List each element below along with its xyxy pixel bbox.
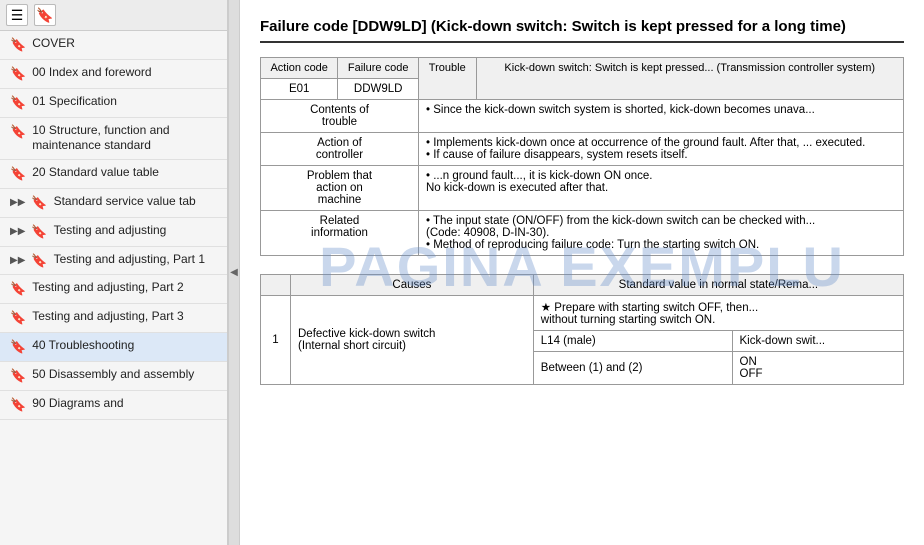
- sidebar-item-testing-adj-1[interactable]: ▶ 🔖 Testing and adjusting, Part 1: [0, 247, 227, 276]
- causes-note: ★ Prepare with starting switch OFF, then…: [533, 296, 903, 331]
- content-action-controller: • Implements kick-down once at occurrenc…: [419, 133, 904, 166]
- sidebar-item-90-diagrams[interactable]: 🔖 90 Diagrams and: [0, 391, 227, 420]
- causes-header-num: [261, 275, 291, 296]
- sidebar-item-10-structure[interactable]: 🔖 10 Structure, function and maintenance…: [0, 118, 227, 160]
- sidebar-label-40: 40 Troubleshooting: [32, 338, 219, 354]
- value-off: OFF: [740, 368, 897, 380]
- label-problem-machine: Problem thataction onmachine: [261, 166, 419, 211]
- content-related-info: • The input state (ON/OFF) from the kick…: [419, 211, 904, 256]
- sidebar-label-std-svc: Standard service value tab: [54, 194, 219, 210]
- sidebar-label-test1: Testing and adjusting, Part 1: [54, 252, 219, 268]
- arrow-standard-service: ▶: [10, 196, 25, 209]
- value-on-off: ON OFF: [732, 352, 904, 385]
- value-on: ON: [740, 356, 897, 368]
- sidebar: ☰ 🔖 🔖 COVER 🔖 00 Index and foreword 🔖 01…: [0, 0, 228, 545]
- sidebar-item-testing-adj-3[interactable]: 🔖 Testing and adjusting, Part 3: [0, 304, 227, 333]
- table-row: 1 Defective kick-down switch(Internal sh…: [261, 296, 904, 331]
- bookmark-icon-90: 🔖: [10, 397, 26, 414]
- sidebar-label-test: Testing and adjusting: [54, 223, 219, 239]
- sidebar-label-test2: Testing and adjusting, Part 2: [32, 280, 219, 296]
- table-row: Problem thataction onmachine • ...n grou…: [261, 166, 904, 211]
- sidebar-item-testing-adj-2[interactable]: 🔖 Testing and adjusting, Part 2: [0, 275, 227, 304]
- sidebar-toolbar: ☰ 🔖: [0, 0, 227, 31]
- sidebar-item-40-troubleshooting[interactable]: 🔖 40 Troubleshooting: [0, 333, 227, 362]
- sidebar-item-standard-service[interactable]: ▶ 🔖 Standard service value tab: [0, 189, 227, 218]
- menu-icon[interactable]: ☰: [6, 4, 28, 26]
- sidebar-collapse-handle[interactable]: ◀: [228, 0, 240, 545]
- bookmark-icon-cover: 🔖: [10, 37, 26, 54]
- connector-l14: L14 (male): [533, 331, 732, 352]
- table-row: Action ofcontroller • Implements kick-do…: [261, 133, 904, 166]
- bookmark-icon-test: 🔖: [31, 224, 47, 241]
- bookmark-icon-test2: 🔖: [10, 281, 26, 298]
- value-kickdown-switch: Kick-down swit...: [732, 331, 904, 352]
- bookmark-icon-10: 🔖: [10, 124, 26, 141]
- bookmark-icon-test1: 🔖: [31, 253, 47, 270]
- causes-header-standard: Standard value in normal state/Rema...: [533, 275, 903, 296]
- arrow-testing-1: ▶: [10, 254, 25, 267]
- sidebar-label-20: 20 Standard value table: [32, 165, 219, 181]
- bookmark-icon-test3: 🔖: [10, 310, 26, 327]
- header-failure-code: Failure code: [338, 58, 419, 79]
- causes-table: Causes Standard value in normal state/Re…: [260, 274, 904, 385]
- sidebar-label-cover: COVER: [32, 36, 219, 52]
- table-header-row: Action code Failure code Trouble Kick-do…: [261, 58, 904, 79]
- bookmark-icon-std-svc: 🔖: [31, 195, 47, 212]
- content-problem-machine: • ...n ground fault..., it is kick-down …: [419, 166, 904, 211]
- action-code-value: E01: [261, 79, 338, 100]
- trouble-cell: Trouble: [419, 58, 477, 100]
- table-row: Relatedinformation • The input state (ON…: [261, 211, 904, 256]
- header-action-code: Action code: [261, 58, 338, 79]
- cause-num-1: 1: [261, 296, 291, 385]
- sidebar-label-01: 01 Specification: [32, 94, 219, 110]
- label-contents-trouble: Contents oftrouble: [261, 100, 419, 133]
- causes-header-causes: Causes: [291, 275, 534, 296]
- failure-code-table: Action code Failure code Trouble Kick-do…: [260, 57, 904, 256]
- sidebar-item-cover[interactable]: 🔖 COVER: [0, 31, 227, 60]
- bookmark-icon-40: 🔖: [10, 339, 26, 356]
- sidebar-item-00-index[interactable]: 🔖 00 Index and foreword: [0, 60, 227, 89]
- bookmark-icon-50: 🔖: [10, 368, 26, 385]
- bookmark-icon-00: 🔖: [10, 66, 26, 83]
- sidebar-label-00: 00 Index and foreword: [32, 65, 219, 81]
- sidebar-item-50-disassembly[interactable]: 🔖 50 Disassembly and assembly: [0, 362, 227, 391]
- sidebar-item-01-spec[interactable]: 🔖 01 Specification: [0, 89, 227, 118]
- label-related-info: Relatedinformation: [261, 211, 419, 256]
- sidebar-label-test3: Testing and adjusting, Part 3: [32, 309, 219, 325]
- sidebar-label-10: 10 Structure, function and maintenance s…: [32, 123, 219, 154]
- sidebar-item-20-standard[interactable]: 🔖 20 Standard value table: [0, 160, 227, 189]
- table-row: Contents oftrouble • Since the kick-down…: [261, 100, 904, 133]
- bookmark-icon[interactable]: 🔖: [34, 4, 56, 26]
- main-content: PAGINA EXEMPLU Failure code [DDW9LD] (Ki…: [240, 0, 924, 545]
- content-contents-trouble: • Since the kick-down switch system is s…: [419, 100, 904, 133]
- bookmark-icon-01: 🔖: [10, 95, 26, 112]
- causes-header-row: Causes Standard value in normal state/Re…: [261, 275, 904, 296]
- collapse-arrow-icon: ◀: [230, 267, 238, 278]
- connector-between-1-2: Between (1) and (2): [533, 352, 732, 385]
- failure-code-value: DDW9LD: [338, 79, 419, 100]
- sidebar-label-90: 90 Diagrams and: [32, 396, 219, 412]
- sidebar-item-testing-adj[interactable]: ▶ 🔖 Testing and adjusting: [0, 218, 227, 247]
- sidebar-label-50: 50 Disassembly and assembly: [32, 367, 219, 383]
- arrow-testing: ▶: [10, 225, 25, 238]
- page-title: Failure code [DDW9LD] (Kick-down switch:…: [260, 16, 904, 43]
- label-action-controller: Action ofcontroller: [261, 133, 419, 166]
- trouble-desc-cell: Kick-down switch: Switch is kept pressed…: [476, 58, 904, 100]
- bookmark-icon-20: 🔖: [10, 166, 26, 183]
- cause-desc-1: Defective kick-down switch(Internal shor…: [291, 296, 534, 385]
